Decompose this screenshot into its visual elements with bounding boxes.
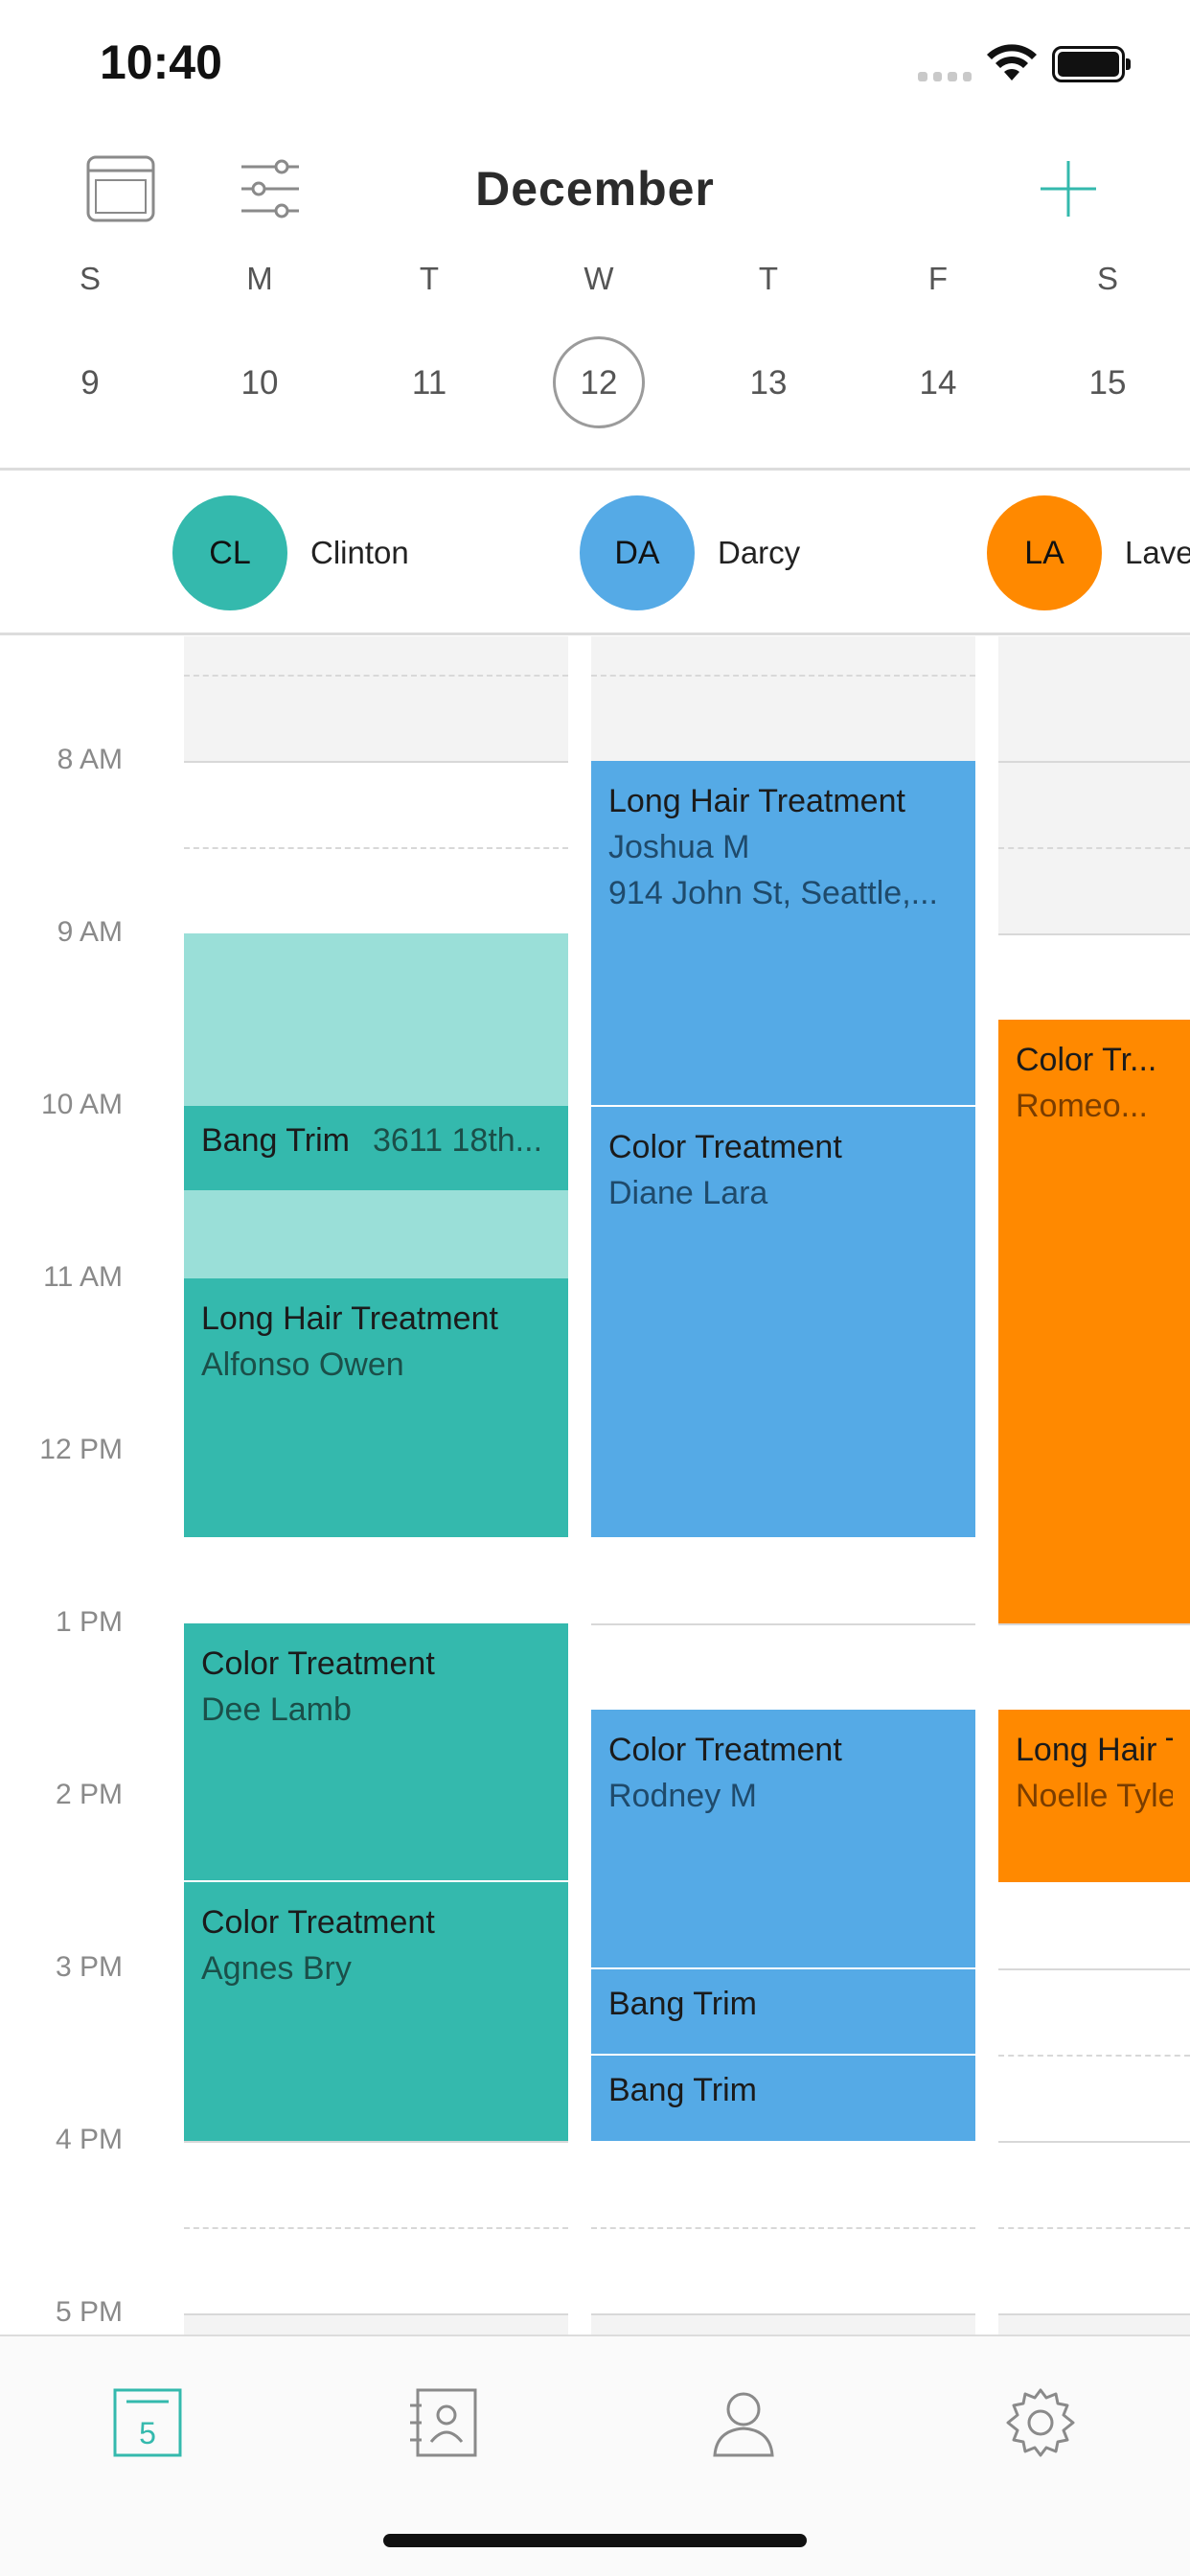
home-indicator (383, 2534, 807, 2547)
grid-line (998, 2055, 1190, 2057)
hour-label: 8 AM (57, 744, 123, 775)
schedule-column-laver[interactable]: Color Tr... Romeo... Long Hair T Noelle … (998, 636, 1190, 2334)
calendar-icon[interactable]: 5 (109, 2384, 186, 2461)
appointment-color-treatment[interactable]: Color Treatment Dee Lamb (184, 1623, 568, 1882)
grid-line (184, 761, 568, 763)
off-hours-block (184, 2315, 568, 2334)
weekday-wed: W (584, 261, 614, 296)
contacts-book-icon[interactable] (406, 2384, 483, 2461)
staff-header-darcy[interactable]: DA Darcy (580, 495, 800, 610)
grid-line (998, 761, 1190, 763)
grid-line (184, 2227, 568, 2229)
hour-label: 12 PM (39, 1434, 123, 1465)
hour-label: 11 AM (43, 1261, 123, 1293)
appointment-color-treatment[interactable]: Color Tr... Romeo... (998, 1020, 1190, 1623)
avatar: CL (172, 495, 287, 610)
grid-line (184, 2313, 568, 2315)
grid-line (998, 1623, 1190, 1625)
hour-label: 1 PM (55, 1606, 123, 1638)
grid-line (998, 2141, 1190, 2143)
staff-header-laver[interactable]: LA Laver (987, 495, 1190, 610)
date-cell[interactable]: 10 (202, 364, 317, 402)
schedule-column-clinton[interactable]: Bang Trim 3611 18th... Long Hair Treatme… (184, 636, 568, 2334)
avatar: LA (987, 495, 1102, 610)
staff-name: Laver (1125, 535, 1190, 570)
grid-line (591, 2313, 975, 2315)
appointment-bang-trim[interactable]: Bang Trim (591, 2056, 975, 2141)
weekday-fri: F (927, 261, 949, 296)
off-hours-block (184, 636, 568, 761)
grid-line (998, 847, 1190, 849)
appointment-color-treatment[interactable]: Color Treatment Diane Lara (591, 1107, 975, 1537)
hour-label: 2 PM (55, 1779, 123, 1810)
appointment-long-hair-treatment[interactable]: Long Hair Treatment Joshua M 914 John St… (591, 761, 975, 1106)
date-cell[interactable]: 13 (711, 364, 826, 402)
date-cell[interactable]: 14 (881, 364, 995, 402)
svg-text:5: 5 (139, 2416, 156, 2450)
grid-line (998, 1968, 1190, 1970)
grid-line (184, 675, 568, 677)
divider (0, 632, 1190, 635)
divider (0, 468, 1190, 471)
grid-line (998, 2313, 1190, 2315)
plus-icon[interactable] (1039, 159, 1098, 218)
grid-line (998, 933, 1190, 935)
battery-icon (1052, 46, 1131, 82)
appointment-bang-trim[interactable]: Bang Trim (591, 1969, 975, 2054)
grid-line (591, 675, 975, 677)
off-hours-block (591, 636, 975, 761)
appointment-long-hair-treatment[interactable]: Long Hair Treatment Alfonso Owen (184, 1278, 568, 1537)
gear-icon[interactable] (1002, 2384, 1079, 2461)
grid-line (184, 2141, 568, 2143)
date-cell[interactable]: 15 (1050, 364, 1165, 402)
weekday-sat: S (1096, 261, 1118, 296)
date-cell[interactable]: 11 (372, 364, 487, 402)
status-time: 10:40 (100, 35, 222, 89)
weekday-tue: T (419, 261, 440, 296)
date-cell-selected[interactable]: 12 (541, 364, 656, 402)
grid-line (591, 2227, 975, 2229)
off-hours-block (998, 2315, 1190, 2334)
staff-name: Clinton (310, 535, 409, 570)
hour-label: 5 PM (55, 2296, 123, 2328)
staff-name: Darcy (718, 535, 801, 570)
cellular-signal-icon (918, 72, 972, 81)
person-icon[interactable] (705, 2384, 782, 2461)
off-hours-block (998, 636, 1190, 933)
appointment-bang-trim[interactable]: Bang Trim 3611 18th... (184, 1106, 568, 1190)
weekday-thu: T (758, 261, 779, 296)
hour-label: 9 AM (57, 916, 123, 948)
hour-label: 4 PM (55, 2124, 123, 2155)
date-cell[interactable]: 9 (33, 364, 148, 402)
staff-header-clinton[interactable]: CL Clinton (172, 495, 409, 610)
appointment-long-hair-treatment[interactable]: Long Hair T Noelle Tyler (998, 1710, 1190, 1882)
weekday-mon: M (246, 261, 273, 296)
schedule-column-darcy[interactable]: Long Hair Treatment Joshua M 914 John St… (591, 636, 975, 2334)
wifi-icon (987, 44, 1037, 80)
appointment-color-treatment[interactable]: Color Treatment Agnes Bry (184, 1882, 568, 2141)
grid-line (184, 847, 568, 849)
month-title[interactable]: December (0, 161, 1190, 217)
grid-line (998, 2227, 1190, 2229)
grid-line (591, 1623, 975, 1625)
weekday-sun: S (79, 261, 101, 296)
avatar: DA (580, 495, 695, 610)
hour-label: 10 AM (40, 1089, 123, 1120)
hour-label: 3 PM (55, 1951, 123, 1983)
appointment-color-treatment[interactable]: Color Treatment Rodney M (591, 1710, 975, 1968)
off-hours-block (591, 2315, 975, 2334)
